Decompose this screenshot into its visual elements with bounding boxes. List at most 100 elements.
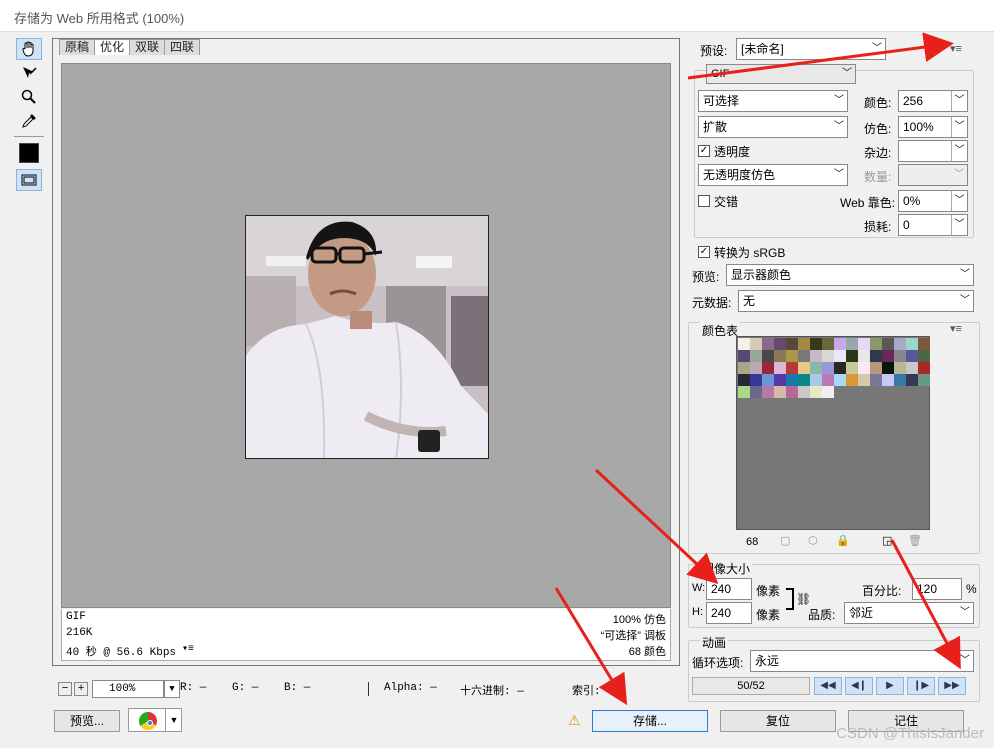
color-swatch[interactable]: [774, 338, 786, 350]
color-swatch[interactable]: [798, 386, 810, 398]
color-swatch[interactable]: [918, 350, 930, 362]
color-swatch[interactable]: [906, 350, 918, 362]
dither-field[interactable]: 100% ﹀: [898, 116, 968, 138]
color-table-menu-icon[interactable]: ▾≡: [950, 322, 962, 335]
color-swatch[interactable]: [798, 338, 810, 350]
preview-canvas[interactable]: [61, 63, 671, 608]
web-shift-icon[interactable]: ⬡: [808, 534, 818, 547]
color-swatch[interactable]: [750, 338, 762, 350]
color-swatch[interactable]: [798, 374, 810, 386]
color-swatch[interactable]: [798, 350, 810, 362]
color-swatch[interactable]: [786, 338, 798, 350]
tab-optimized[interactable]: 优化: [94, 39, 131, 55]
color-swatch[interactable]: [750, 386, 762, 398]
color-swatch[interactable]: [906, 338, 918, 350]
web-snap-field[interactable]: 0% ﹀: [898, 190, 968, 212]
color-swatch[interactable]: [894, 350, 906, 362]
info-menu-icon[interactable]: ▾≡: [182, 643, 194, 655]
color-swatch[interactable]: [822, 386, 834, 398]
color-swatch[interactable]: [834, 362, 846, 374]
tab-2-up[interactable]: 双联: [129, 39, 166, 55]
convert-srgb-checkbox[interactable]: ✓: [698, 246, 710, 258]
color-swatch[interactable]: [774, 386, 786, 398]
interlaced-checkbox[interactable]: [698, 195, 710, 207]
map-transparent-icon[interactable]: ▢: [780, 534, 790, 547]
previous-frame-button[interactable]: ◀❙: [845, 677, 873, 695]
amount-field[interactable]: ﹀: [898, 164, 968, 186]
zoom-level-field[interactable]: 100%: [92, 680, 164, 698]
color-swatch[interactable]: [750, 374, 762, 386]
width-field[interactable]: 240: [706, 578, 752, 600]
metadata-select[interactable]: 无 ﹀: [738, 290, 974, 312]
play-button[interactable]: ▶: [876, 677, 904, 695]
color-swatch[interactable]: [834, 350, 846, 362]
color-swatch[interactable]: [762, 338, 774, 350]
color-swatch[interactable]: [786, 350, 798, 362]
last-frame-button[interactable]: ▶▶: [938, 677, 966, 695]
tab-original[interactable]: 原稿: [59, 39, 96, 55]
color-swatch[interactable]: [750, 362, 762, 374]
color-swatch[interactable]: [858, 374, 870, 386]
color-swatch[interactable]: [822, 338, 834, 350]
color-swatch[interactable]: [858, 362, 870, 374]
color-swatch[interactable]: [762, 350, 774, 362]
preview-in-browser-button[interactable]: 预览...: [54, 710, 120, 732]
color-swatch[interactable]: [894, 338, 906, 350]
color-swatch[interactable]: [738, 374, 750, 386]
zoom-icon[interactable]: [16, 86, 42, 108]
transparency-checkbox[interactable]: ✓: [698, 145, 710, 157]
color-swatch[interactable]: [858, 338, 870, 350]
matte-select[interactable]: ﹀: [898, 140, 968, 162]
zoom-dropdown-chevron-icon[interactable]: ▼: [164, 680, 180, 698]
color-swatch[interactable]: [798, 362, 810, 374]
color-swatch[interactable]: [918, 362, 930, 374]
color-swatch[interactable]: [846, 338, 858, 350]
color-swatch[interactable]: [906, 362, 918, 374]
color-swatch[interactable]: [762, 362, 774, 374]
color-swatch[interactable]: [738, 338, 750, 350]
transparency-dither-select[interactable]: 无透明度仿色 ﹀: [698, 164, 848, 186]
color-swatch[interactable]: [810, 350, 822, 362]
color-swatch[interactable]: [870, 350, 882, 362]
color-swatch[interactable]: [858, 350, 870, 362]
lock-color-icon[interactable]: 🔒: [836, 534, 850, 547]
zoom-out-button[interactable]: −: [58, 682, 72, 696]
slice-select-icon[interactable]: [16, 62, 42, 84]
format-select[interactable]: GIF ﹀: [706, 64, 856, 84]
color-swatch[interactable]: [834, 374, 846, 386]
preset-select[interactable]: [未命名] ﹀: [736, 38, 886, 60]
color-swatch[interactable]: [786, 362, 798, 374]
color-swatch[interactable]: [918, 338, 930, 350]
trash-icon[interactable]: 🗑: [908, 534, 922, 547]
browser-chevron-down-icon[interactable]: ▼: [165, 709, 182, 731]
color-swatch[interactable]: [834, 338, 846, 350]
color-swatch[interactable]: [822, 362, 834, 374]
zoom-in-button[interactable]: +: [74, 682, 88, 696]
loop-select[interactable]: 永远 ﹀: [750, 650, 974, 672]
color-swatch[interactable]: [822, 374, 834, 386]
hand-tool-icon[interactable]: [16, 38, 42, 60]
next-frame-button[interactable]: ❙▶: [907, 677, 935, 695]
color-swatch[interactable]: [918, 374, 930, 386]
preset-menu-icon[interactable]: ▾≡: [950, 42, 962, 55]
color-swatch[interactable]: [810, 386, 822, 398]
preview-select[interactable]: 显示器颜色 ﹀: [726, 264, 974, 286]
eyedropper-icon[interactable]: [16, 110, 42, 132]
percent-field[interactable]: 120: [912, 578, 962, 600]
color-swatch[interactable]: [882, 362, 894, 374]
color-swatch[interactable]: [870, 338, 882, 350]
quality-select[interactable]: 邻近 ﹀: [844, 602, 974, 624]
color-swatch[interactable]: [738, 362, 750, 374]
new-color-icon[interactable]: ◲: [882, 534, 892, 547]
lossy-field[interactable]: 0 ﹀: [898, 214, 968, 236]
color-swatch[interactable]: [846, 374, 858, 386]
link-chain-icon[interactable]: ⛓: [796, 592, 811, 606]
color-swatch[interactable]: [810, 374, 822, 386]
color-swatch[interactable]: [810, 362, 822, 374]
dither-algorithm-select[interactable]: 扩散 ﹀: [698, 116, 848, 138]
color-swatch[interactable]: [870, 374, 882, 386]
color-swatch[interactable]: [882, 350, 894, 362]
colors-field[interactable]: 256 ﹀: [898, 90, 968, 112]
first-frame-button[interactable]: ◀◀: [814, 677, 842, 695]
color-swatch[interactable]: [774, 350, 786, 362]
